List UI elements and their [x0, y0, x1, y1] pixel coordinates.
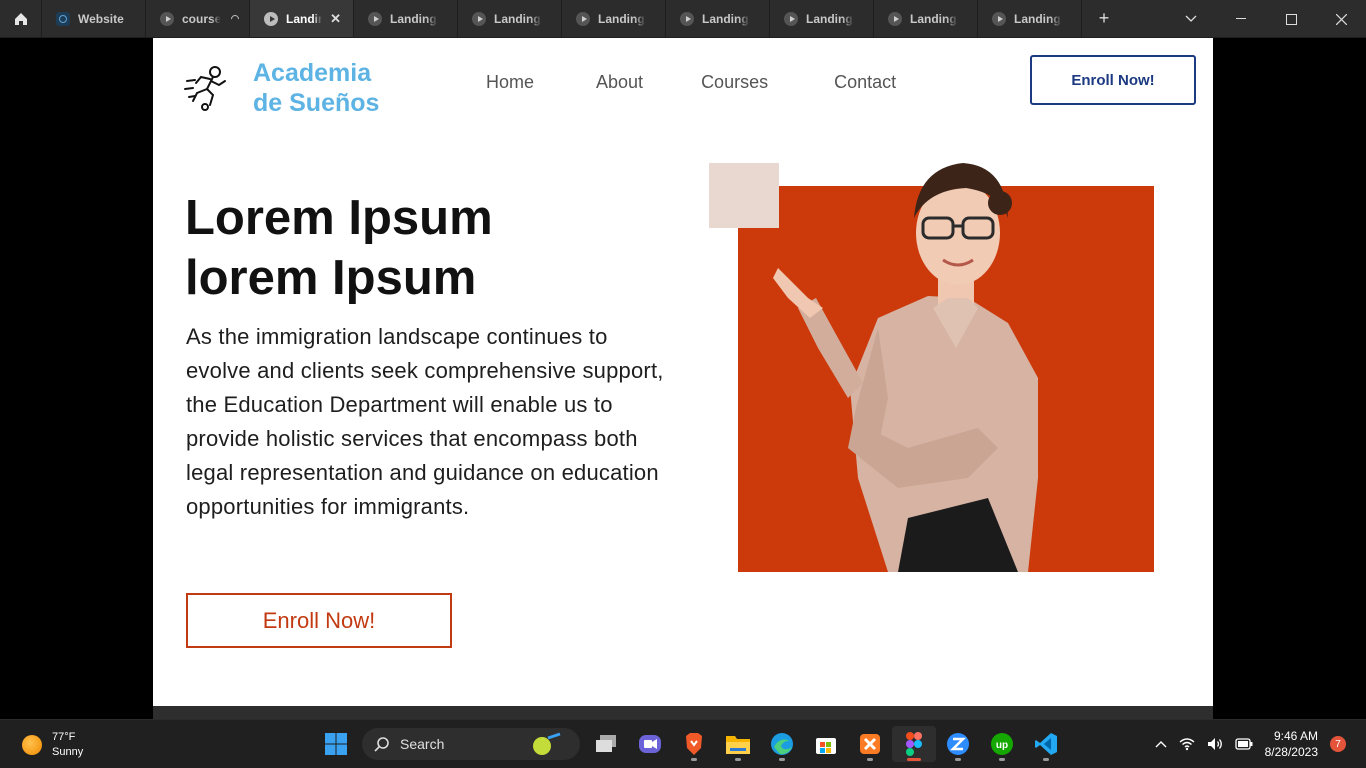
- play-icon: [472, 11, 486, 26]
- nav-home[interactable]: Home: [486, 72, 534, 93]
- figma-icon: [906, 732, 922, 756]
- weather-temp: 77°F: [52, 731, 76, 743]
- search-label: Search: [400, 736, 445, 752]
- clock-date: 8/28/2023: [1264, 745, 1318, 759]
- hero-title: Lorem Ipsum lorem Ipsum: [185, 191, 493, 305]
- tab-landing-page[interactable]: Landing P: [874, 0, 978, 37]
- taskbar-search[interactable]: Search: [362, 728, 580, 760]
- nav-about[interactable]: About: [596, 72, 643, 93]
- windows-taskbar: 77°F Sunny Search up 9:46 AM 8/28/2023 7: [0, 719, 1366, 768]
- new-tab-button[interactable]: +: [1082, 0, 1126, 37]
- play-icon: [888, 11, 902, 26]
- task-view-button[interactable]: [584, 726, 628, 762]
- enroll-now-header-button[interactable]: Enroll Now!: [1030, 55, 1196, 105]
- play-icon: [160, 11, 174, 26]
- tab-landing-page[interactable]: Landing P: [354, 0, 458, 37]
- tab-course[interactable]: course: [146, 0, 250, 37]
- edge-icon: [771, 733, 793, 755]
- tab-landing-active[interactable]: Landing ✕: [250, 0, 354, 37]
- vscode-button[interactable]: [1024, 726, 1068, 762]
- nav-courses[interactable]: Courses: [701, 72, 768, 93]
- landing-page-frame: Academia de Sueños Home About Courses Co…: [153, 38, 1213, 719]
- start-button[interactable]: [314, 726, 358, 762]
- home-button[interactable]: [0, 0, 42, 37]
- hero-woman-image: [738, 148, 1154, 572]
- windows-icon: [325, 733, 347, 755]
- play-icon: [680, 11, 694, 26]
- search-highlight-icon: [533, 732, 561, 755]
- tab-landing-page[interactable]: Landing P: [666, 0, 770, 37]
- figma-button[interactable]: [892, 726, 936, 762]
- play-icon: [368, 11, 382, 26]
- zoom-icon: [947, 733, 969, 755]
- site-logo[interactable]: Academia de Sueños: [183, 58, 379, 118]
- footer-strip: [153, 706, 1213, 719]
- clock-time: 9:46 AM: [1273, 729, 1318, 743]
- taskbar-apps: Search up: [314, 726, 1068, 762]
- close-icon: [1335, 13, 1347, 25]
- zoom-button[interactable]: [936, 726, 980, 762]
- volume-icon[interactable]: [1207, 737, 1223, 751]
- tab-list-button[interactable]: [1166, 0, 1216, 38]
- close-tab-icon[interactable]: ✕: [330, 11, 341, 27]
- weather-widget[interactable]: 77°F Sunny: [22, 730, 83, 760]
- vscode-icon: [1035, 733, 1057, 755]
- chevron-up-icon[interactable]: [1155, 740, 1167, 748]
- loading-spinner-icon: [229, 12, 241, 25]
- runner-logo-icon: [184, 66, 226, 111]
- maximize-icon: [1285, 13, 1297, 25]
- notification-badge[interactable]: 7: [1330, 736, 1346, 752]
- tab-website[interactable]: Website: [42, 0, 146, 37]
- wifi-icon[interactable]: [1179, 737, 1195, 751]
- brand-name: Academia de Sueños: [253, 59, 380, 117]
- nav-contact[interactable]: Contact: [834, 72, 896, 93]
- play-icon: [576, 11, 590, 26]
- main-nav: Home About Courses Contact: [486, 72, 896, 93]
- xampp-button[interactable]: [848, 726, 892, 762]
- figma-tab-bar: Website course Landing ✕ Landing P Landi…: [0, 0, 1366, 38]
- weather-desc: Sunny: [52, 746, 84, 758]
- tab-landing-page[interactable]: Landing P: [562, 0, 666, 37]
- minimize-button[interactable]: [1216, 0, 1266, 38]
- upwork-icon: up: [991, 733, 1013, 755]
- close-window-button[interactable]: [1316, 0, 1366, 38]
- figma-file-icon: [56, 11, 70, 26]
- play-icon: [784, 11, 798, 26]
- battery-icon[interactable]: [1234, 738, 1253, 750]
- plus-icon: +: [1098, 8, 1110, 28]
- prototype-canvas: Academia de Sueños Home About Courses Co…: [0, 38, 1366, 719]
- chat-icon: [639, 735, 661, 753]
- clock[interactable]: 9:46 AM 8/28/2023: [1265, 728, 1318, 760]
- brave-icon: [686, 733, 702, 755]
- tab-landing-page[interactable]: Landing P: [770, 0, 874, 37]
- file-explorer-button[interactable]: [716, 726, 760, 762]
- tab-landing-page[interactable]: Landing P: [458, 0, 562, 37]
- teams-chat-button[interactable]: [628, 726, 672, 762]
- window-controls: [1166, 0, 1366, 38]
- upwork-button[interactable]: up: [980, 726, 1024, 762]
- system-tray: 9:46 AM 8/28/2023 7: [1155, 728, 1346, 760]
- store-icon: [816, 738, 836, 754]
- svg-text:up: up: [996, 740, 1008, 751]
- chevron-down-icon: [1185, 15, 1197, 22]
- sun-icon: [22, 735, 42, 755]
- hero-description: As the immigration landscape continues t…: [186, 324, 664, 519]
- play-icon: [264, 11, 278, 26]
- brave-browser-button[interactable]: [672, 726, 716, 762]
- tab-landing-page[interactable]: Landing P: [978, 0, 1082, 37]
- edge-browser-button[interactable]: [760, 726, 804, 762]
- play-icon: [992, 11, 1006, 26]
- folder-icon: [726, 736, 750, 754]
- home-icon: [14, 12, 27, 25]
- microsoft-store-button[interactable]: [804, 726, 848, 762]
- enroll-now-hero-button[interactable]: Enroll Now!: [186, 593, 452, 648]
- xampp-icon: [860, 734, 880, 754]
- task-view-icon: [596, 735, 616, 752]
- maximize-button[interactable]: [1266, 0, 1316, 38]
- search-icon: [374, 737, 389, 752]
- minimize-icon: [1236, 18, 1246, 19]
